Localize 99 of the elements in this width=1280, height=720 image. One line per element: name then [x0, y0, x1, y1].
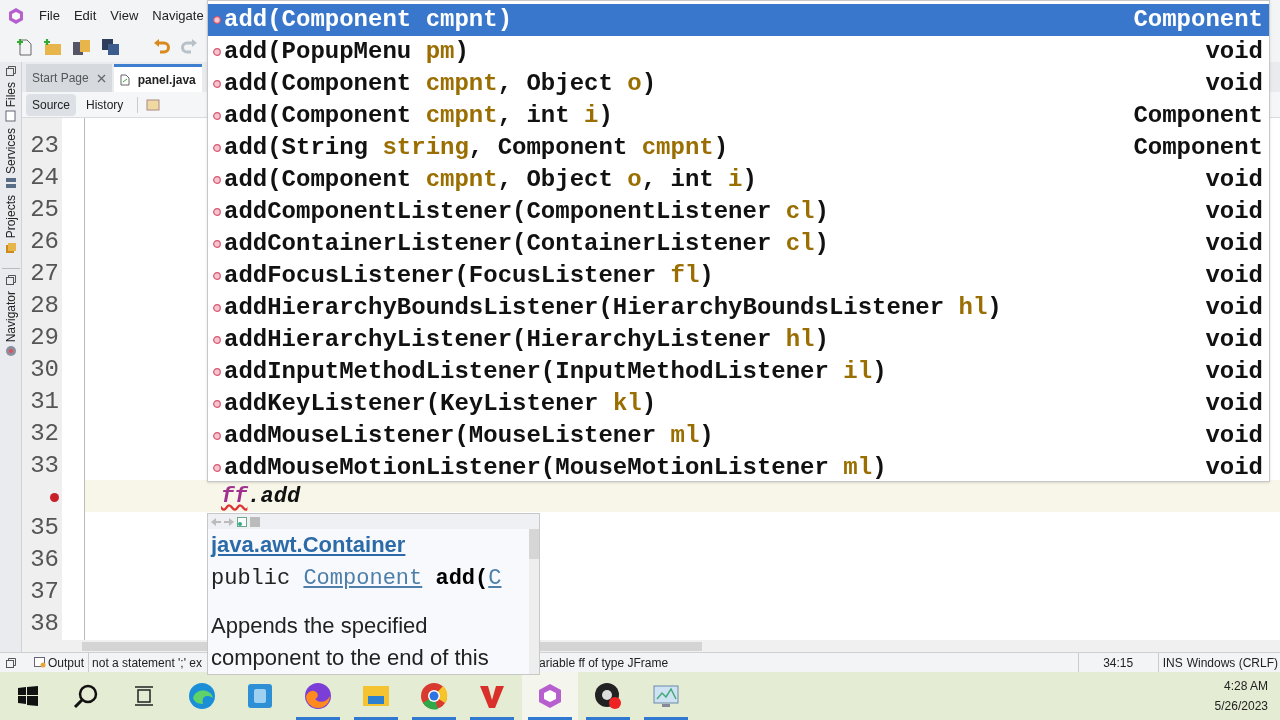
menu-item[interactable]: View	[110, 6, 139, 26]
new-file-icon[interactable]	[16, 38, 34, 56]
wave-browser-icon[interactable]	[188, 682, 216, 710]
method-icon	[213, 240, 221, 248]
line-number: 38	[30, 609, 59, 639]
line-number: 35	[30, 513, 59, 543]
task-view-icon[interactable]	[133, 685, 155, 707]
method-icon	[213, 208, 221, 216]
side-tab[interactable]: Navigator	[1, 290, 20, 358]
search-icon[interactable]	[73, 683, 99, 709]
app-logo-icon	[7, 7, 25, 25]
file-icon	[4, 110, 17, 123]
class-link[interactable]: java.awt.Container	[211, 529, 529, 561]
editor-tab[interactable]: Start Page	[26, 64, 112, 92]
view-tab[interactable]: Source	[26, 93, 77, 116]
error-icon	[50, 492, 59, 502]
vertical-scrollbar[interactable]	[529, 529, 539, 674]
method-icon	[213, 48, 221, 56]
completion-item[interactable]: add(Component cmpnt, Object o) void	[208, 68, 1269, 100]
line-number: 26	[30, 227, 59, 257]
line-endings: Windows (CRLF)	[1186, 654, 1279, 672]
scrollbar-thumb[interactable]	[529, 529, 539, 559]
record-app-icon[interactable]	[594, 682, 622, 710]
photo-viewer-icon[interactable]	[246, 682, 274, 710]
completion-item[interactable]: add(PopupMenu pm) void	[208, 36, 1269, 68]
method-icon	[213, 464, 221, 472]
windows-logo-icon[interactable]	[18, 686, 38, 706]
clock-date: 5/26/2023	[1214, 698, 1268, 715]
line-number: 37	[30, 577, 59, 607]
completion-item[interactable]: add(String string, Component cmpnt) Component	[208, 132, 1269, 164]
server-icon	[4, 177, 17, 190]
completion-item[interactable]: add(Component cmpnt, Object o, int i) void	[208, 164, 1269, 196]
completion-item[interactable]: addHierarchyBoundsListener(HierarchyBoundsListener hl) void	[208, 292, 1269, 324]
ring-browser-icon[interactable]	[420, 682, 448, 710]
description-text: Appends the specified	[211, 612, 429, 640]
method-icon	[213, 176, 221, 184]
completion-item[interactable]: addMouseListener(MouseListener ml) void	[208, 420, 1269, 452]
save-all-icon[interactable]	[101, 38, 121, 56]
restore-window-icon[interactable]	[6, 657, 16, 668]
fox-browser-icon[interactable]	[304, 682, 332, 710]
line-number: 23	[30, 131, 59, 161]
method-icon	[213, 368, 221, 376]
line-number: 28	[30, 291, 59, 321]
code-text: ff.add	[221, 482, 301, 511]
completion-item[interactable]: addInputMethodListener(InputMethodListener il) void	[208, 356, 1269, 388]
status-message: ariable ff of type JFrame	[539, 654, 669, 672]
side-tab[interactable]: Projects	[1, 195, 20, 254]
method-icon	[213, 304, 221, 312]
close-icon[interactable]	[96, 73, 106, 83]
line-number: 29	[30, 323, 59, 353]
open-in-browser-icon[interactable]	[237, 516, 247, 527]
line-number: 31	[30, 387, 59, 417]
completion-item[interactable]: addFocusListener(FocusListener fl) void	[208, 260, 1269, 292]
completion-item[interactable]: add(Component cmpnt) Component	[208, 4, 1269, 36]
menu-item[interactable]: File	[39, 6, 60, 26]
side-tab[interactable]: Services	[1, 128, 20, 190]
editor-tab[interactable]: panel.java	[113, 64, 202, 92]
view-tab[interactable]: History	[80, 93, 130, 116]
restore-window-icon[interactable]	[5, 274, 16, 285]
compass-icon	[4, 345, 17, 358]
status-message: not a statement ';' ex	[92, 654, 203, 672]
completion-item[interactable]: addKeyListener(KeyListener kl) void	[208, 388, 1269, 420]
method-icon	[213, 144, 221, 152]
undo-icon[interactable]	[153, 38, 171, 56]
line-number: 25	[30, 195, 59, 225]
java-file-icon	[119, 73, 130, 86]
folder-icon[interactable]	[72, 38, 92, 56]
completion-item[interactable]: addComponentListener(ComponentListener cl) void	[208, 196, 1269, 228]
line-number: 24	[30, 163, 59, 193]
line-number: 30	[30, 355, 59, 385]
restore-window-icon[interactable]	[5, 66, 16, 76]
menu-item[interactable]: Navigate	[152, 6, 204, 26]
method-icon	[213, 112, 221, 120]
insert-mode: INS	[1161, 654, 1184, 672]
method-signature: public Component add(C	[211, 565, 503, 593]
completion-item[interactable]: add(Component cmpnt, int i) Component	[208, 100, 1269, 132]
folder-icon[interactable]	[362, 684, 390, 708]
menu-item[interactable]: Edit	[73, 6, 97, 26]
method-icon	[213, 272, 221, 280]
method-icon	[213, 336, 221, 344]
completion-item[interactable]: addHierarchyListener(HierarchyListener hl) void	[208, 324, 1269, 356]
monitor-icon[interactable]	[652, 683, 680, 709]
method-icon	[213, 432, 221, 440]
new-project-icon[interactable]	[43, 38, 63, 56]
method-icon	[213, 16, 221, 24]
completion-item[interactable]: addMouseMotionListener(MouseMotionListener ml) void	[208, 452, 1269, 484]
completion-item[interactable]: addContainerListener(ContainerListener cl) void	[208, 228, 1269, 260]
method-icon	[213, 80, 221, 88]
cube-icon[interactable]	[536, 682, 564, 710]
side-tab[interactable]: Files	[1, 82, 20, 123]
folder-icon	[4, 241, 17, 254]
line-number: 36	[30, 545, 59, 575]
line-number: 33	[30, 451, 59, 481]
line-number: 27	[30, 259, 59, 289]
clock-time: 4:28 AM	[1223, 678, 1268, 695]
line-number: 32	[30, 419, 59, 449]
output-icon	[34, 657, 46, 668]
method-icon	[213, 400, 221, 408]
description-text: component to the end of this	[211, 644, 490, 672]
